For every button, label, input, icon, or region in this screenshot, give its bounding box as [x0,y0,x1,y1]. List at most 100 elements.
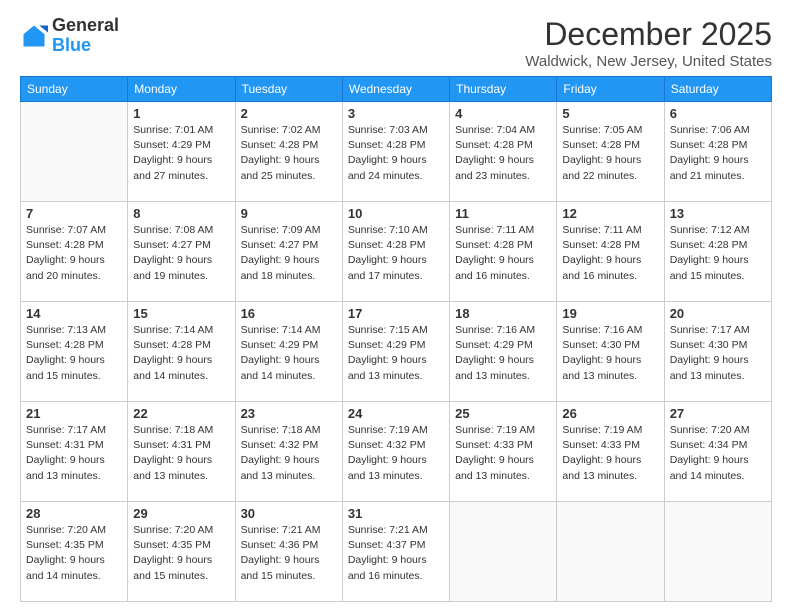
day-info: Sunrise: 7:19 AMSunset: 4:33 PMDaylight:… [562,423,658,484]
day-info: Sunrise: 7:14 AMSunset: 4:28 PMDaylight:… [133,323,229,384]
col-header-saturday: Saturday [664,77,771,102]
day-number: 30 [241,506,337,521]
day-number: 11 [455,206,551,221]
calendar-cell: 14 Sunrise: 7:13 AMSunset: 4:28 PMDayligh… [21,302,128,402]
day-info: Sunrise: 7:11 AMSunset: 4:28 PMDaylight:… [455,223,551,284]
day-info: Sunrise: 7:16 AMSunset: 4:29 PMDaylight:… [455,323,551,384]
calendar-header-row: SundayMondayTuesdayWednesdayThursdayFrid… [21,77,772,102]
logo-blue-text: Blue [52,36,119,56]
calendar-cell [450,502,557,602]
day-info: Sunrise: 7:08 AMSunset: 4:27 PMDaylight:… [133,223,229,284]
calendar-cell: 9Sunrise: 7:09 AMSunset: 4:27 PMDaylight… [235,202,342,302]
day-info: Sunrise: 7:12 AMSunset: 4:28 PMDaylight:… [670,223,766,284]
calendar-cell: 19 Sunrise: 7:16 AMSunset: 4:30 PMDayligh… [557,302,664,402]
day-info: Sunrise: 7:17 AMSunset: 4:31 PMDaylight:… [26,423,122,484]
col-header-monday: Monday [128,77,235,102]
day-info: Sunrise: 7:07 AMSunset: 4:28 PMDaylight:… [26,223,122,284]
header: General Blue December 2025 Waldwick, New… [20,16,772,70]
calendar-cell: 15Sunrise: 7:14 AMSunset: 4:28 PMDayligh… [128,302,235,402]
calendar-cell: 18 Sunrise: 7:16 AMSunset: 4:29 PMDayligh… [450,302,557,402]
day-info: Sunrise: 7:02 AMSunset: 4:28 PMDaylight:… [241,123,337,184]
day-info: Sunrise: 7:20 AMSunset: 4:34 PMDaylight:… [670,423,766,484]
day-number: 29 [133,506,229,521]
calendar-cell: 13 Sunrise: 7:12 AMSunset: 4:28 PMDayligh… [664,202,771,302]
day-info: Sunrise: 7:20 AMSunset: 4:35 PMDaylight:… [133,523,229,584]
day-number: 26 [562,406,658,421]
calendar-cell: 24 Sunrise: 7:19 AMSunset: 4:32 PMDayligh… [342,402,449,502]
day-number: 12 [562,206,658,221]
calendar-cell: 27 Sunrise: 7:20 AMSunset: 4:34 PMDayligh… [664,402,771,502]
day-info: Sunrise: 7:18 AMSunset: 4:32 PMDaylight:… [241,423,337,484]
day-number: 25 [455,406,551,421]
day-info: Sunrise: 7:20 AMSunset: 4:35 PMDaylight:… [26,523,122,584]
calendar-cell: 6 Sunrise: 7:06 AMSunset: 4:28 PMDaylight… [664,102,771,202]
calendar-cell: 8 Sunrise: 7:08 AMSunset: 4:27 PMDaylight… [128,202,235,302]
day-info: Sunrise: 7:14 AMSunset: 4:29 PMDaylight:… [241,323,337,384]
day-number: 27 [670,406,766,421]
day-number: 8 [133,206,229,221]
day-number: 1 [133,106,229,121]
logo-icon [20,22,48,50]
calendar-cell: 22 Sunrise: 7:18 AMSunset: 4:31 PMDayligh… [128,402,235,502]
calendar-cell: 28Sunrise: 7:20 AMSunset: 4:35 PMDayligh… [21,502,128,602]
calendar-cell: 1 Sunrise: 7:01 AMSunset: 4:29 PMDaylight… [128,102,235,202]
day-info: Sunrise: 7:15 AMSunset: 4:29 PMDaylight:… [348,323,444,384]
day-info: Sunrise: 7:13 AMSunset: 4:28 PMDaylight:… [26,323,122,384]
day-info: Sunrise: 7:06 AMSunset: 4:28 PMDaylight:… [670,123,766,184]
week-row-1: 1 Sunrise: 7:01 AMSunset: 4:29 PMDaylight… [21,102,772,202]
calendar-cell: 31Sunrise: 7:21 AMSunset: 4:37 PMDayligh… [342,502,449,602]
month-title: December 2025 [525,16,772,53]
day-number: 2 [241,106,337,121]
day-number: 9 [241,206,337,221]
day-number: 22 [133,406,229,421]
calendar-cell [21,102,128,202]
day-number: 19 [562,306,658,321]
day-number: 20 [670,306,766,321]
day-number: 10 [348,206,444,221]
col-header-friday: Friday [557,77,664,102]
day-number: 4 [455,106,551,121]
day-info: Sunrise: 7:21 AMSunset: 4:37 PMDaylight:… [348,523,444,584]
calendar-cell: 2 Sunrise: 7:02 AMSunset: 4:28 PMDaylight… [235,102,342,202]
calendar-cell: 26 Sunrise: 7:19 AMSunset: 4:33 PMDayligh… [557,402,664,502]
calendar-cell: 5 Sunrise: 7:05 AMSunset: 4:28 PMDaylight… [557,102,664,202]
calendar-cell: 23 Sunrise: 7:18 AMSunset: 4:32 PMDayligh… [235,402,342,502]
calendar-table: SundayMondayTuesdayWednesdayThursdayFrid… [20,76,772,602]
day-info: Sunrise: 7:01 AMSunset: 4:29 PMDaylight:… [133,123,229,184]
week-row-4: 21 Sunrise: 7:17 AMSunset: 4:31 PMDayligh… [21,402,772,502]
calendar-cell [664,502,771,602]
day-number: 6 [670,106,766,121]
col-header-tuesday: Tuesday [235,77,342,102]
week-row-3: 14 Sunrise: 7:13 AMSunset: 4:28 PMDayligh… [21,302,772,402]
day-number: 18 [455,306,551,321]
logo-general-text: General [52,16,119,36]
col-header-sunday: Sunday [21,77,128,102]
day-info: Sunrise: 7:11 AMSunset: 4:28 PMDaylight:… [562,223,658,284]
day-info: Sunrise: 7:10 AMSunset: 4:28 PMDaylight:… [348,223,444,284]
logo: General Blue [20,16,119,56]
day-info: Sunrise: 7:19 AMSunset: 4:32 PMDaylight:… [348,423,444,484]
day-info: Sunrise: 7:16 AMSunset: 4:30 PMDaylight:… [562,323,658,384]
calendar-cell: 21 Sunrise: 7:17 AMSunset: 4:31 PMDayligh… [21,402,128,502]
day-info: Sunrise: 7:04 AMSunset: 4:28 PMDaylight:… [455,123,551,184]
day-info: Sunrise: 7:17 AMSunset: 4:30 PMDaylight:… [670,323,766,384]
day-number: 13 [670,206,766,221]
page: General Blue December 2025 Waldwick, New… [0,0,792,612]
calendar-cell: 12 Sunrise: 7:11 AMSunset: 4:28 PMDayligh… [557,202,664,302]
day-number: 16 [241,306,337,321]
title-block: December 2025 Waldwick, New Jersey, Unit… [525,16,772,70]
day-number: 7 [26,206,122,221]
calendar-cell: 25Sunrise: 7:19 AMSunset: 4:33 PMDayligh… [450,402,557,502]
day-number: 24 [348,406,444,421]
day-number: 5 [562,106,658,121]
day-info: Sunrise: 7:18 AMSunset: 4:31 PMDaylight:… [133,423,229,484]
calendar-cell: 7 Sunrise: 7:07 AMSunset: 4:28 PMDaylight… [21,202,128,302]
day-number: 14 [26,306,122,321]
day-number: 21 [26,406,122,421]
calendar-cell: 29 Sunrise: 7:20 AMSunset: 4:35 PMDayligh… [128,502,235,602]
location: Waldwick, New Jersey, United States [525,53,772,70]
day-info: Sunrise: 7:05 AMSunset: 4:28 PMDaylight:… [562,123,658,184]
calendar-cell: 20 Sunrise: 7:17 AMSunset: 4:30 PMDayligh… [664,302,771,402]
day-number: 23 [241,406,337,421]
calendar-cell: 4 Sunrise: 7:04 AMSunset: 4:28 PMDaylight… [450,102,557,202]
